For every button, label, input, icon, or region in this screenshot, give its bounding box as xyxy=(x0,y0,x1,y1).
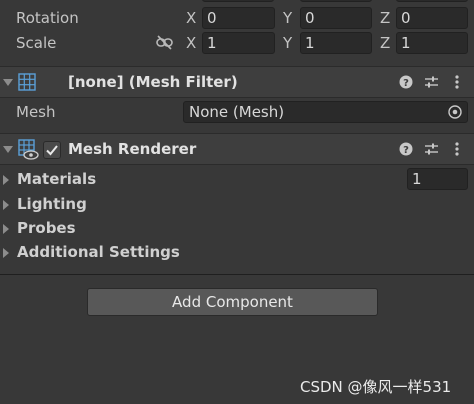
probes-foldout-arrow-icon[interactable] xyxy=(3,224,9,234)
add-component-button[interactable]: Add Component xyxy=(87,288,378,316)
scale-z-axis-label[interactable]: Z xyxy=(380,34,390,52)
checkmark-icon xyxy=(46,145,58,156)
constrain-proportions-link-icon[interactable] xyxy=(155,35,175,51)
scale-label: Scale xyxy=(16,34,57,52)
prev-field-z[interactable] xyxy=(396,0,468,2)
mesh-label: Mesh xyxy=(16,103,56,121)
additional-settings-foldout[interactable]: Additional Settings xyxy=(17,243,180,261)
materials-foldout-arrow-icon[interactable] xyxy=(3,175,9,185)
mesh-object-field[interactable]: None (Mesh) xyxy=(183,101,468,123)
foldout-arrow-icon[interactable] xyxy=(3,146,13,153)
more-options-kebab-icon[interactable] xyxy=(454,74,460,90)
rotation-z-field[interactable]: 0 xyxy=(396,7,468,29)
lighting-foldout-arrow-icon[interactable] xyxy=(3,200,9,210)
probes-foldout[interactable]: Probes xyxy=(17,219,76,237)
object-picker-target-icon[interactable] xyxy=(447,104,463,120)
help-icon[interactable]: ? xyxy=(399,75,413,89)
svg-text:?: ? xyxy=(403,78,409,89)
scale-x-axis-label[interactable]: X xyxy=(186,34,196,52)
component-separator xyxy=(0,274,474,275)
rotation-z-axis-label[interactable]: Z xyxy=(380,9,390,27)
scale-x-field[interactable]: 1 xyxy=(202,32,275,54)
watermark: CSDN @像风一样531 xyxy=(300,378,452,396)
scale-z-field[interactable]: 1 xyxy=(396,32,468,54)
scale-y-axis-label[interactable]: Y xyxy=(283,34,292,52)
rotation-label: Rotation xyxy=(16,9,79,27)
rotation-x-field[interactable]: 0 xyxy=(202,7,275,29)
more-options-kebab-icon[interactable] xyxy=(454,141,460,157)
foldout-arrow-icon[interactable] xyxy=(3,79,13,86)
scale-y-field[interactable]: 1 xyxy=(300,32,372,54)
materials-foldout[interactable]: Materials xyxy=(17,170,96,188)
rotation-y-axis-label[interactable]: Y xyxy=(283,9,292,27)
mesh-filter-title[interactable]: [none] (Mesh Filter) xyxy=(68,73,238,91)
prev-field-x[interactable] xyxy=(202,0,274,2)
help-icon[interactable]: ? xyxy=(399,142,413,156)
mesh-filter-grid-icon xyxy=(18,73,36,91)
lighting-foldout[interactable]: Lighting xyxy=(17,195,87,213)
additional-settings-foldout-arrow-icon[interactable] xyxy=(3,248,9,258)
rotation-x-axis-label[interactable]: X xyxy=(186,9,196,27)
presets-sliders-icon[interactable] xyxy=(424,142,439,156)
materials-count-field[interactable]: 1 xyxy=(407,168,468,190)
rotation-y-field[interactable]: 0 xyxy=(300,7,372,29)
mesh-renderer-icon xyxy=(18,139,40,161)
presets-sliders-icon[interactable] xyxy=(424,75,439,89)
mesh-renderer-title[interactable]: Mesh Renderer xyxy=(68,140,196,158)
mesh-renderer-header[interactable]: Mesh Renderer ? xyxy=(0,133,474,165)
svg-text:?: ? xyxy=(403,145,409,156)
enabled-checkbox[interactable] xyxy=(43,141,61,159)
prev-field-y[interactable] xyxy=(300,0,372,2)
mesh-filter-header[interactable]: [none] (Mesh Filter) ? xyxy=(0,66,474,98)
